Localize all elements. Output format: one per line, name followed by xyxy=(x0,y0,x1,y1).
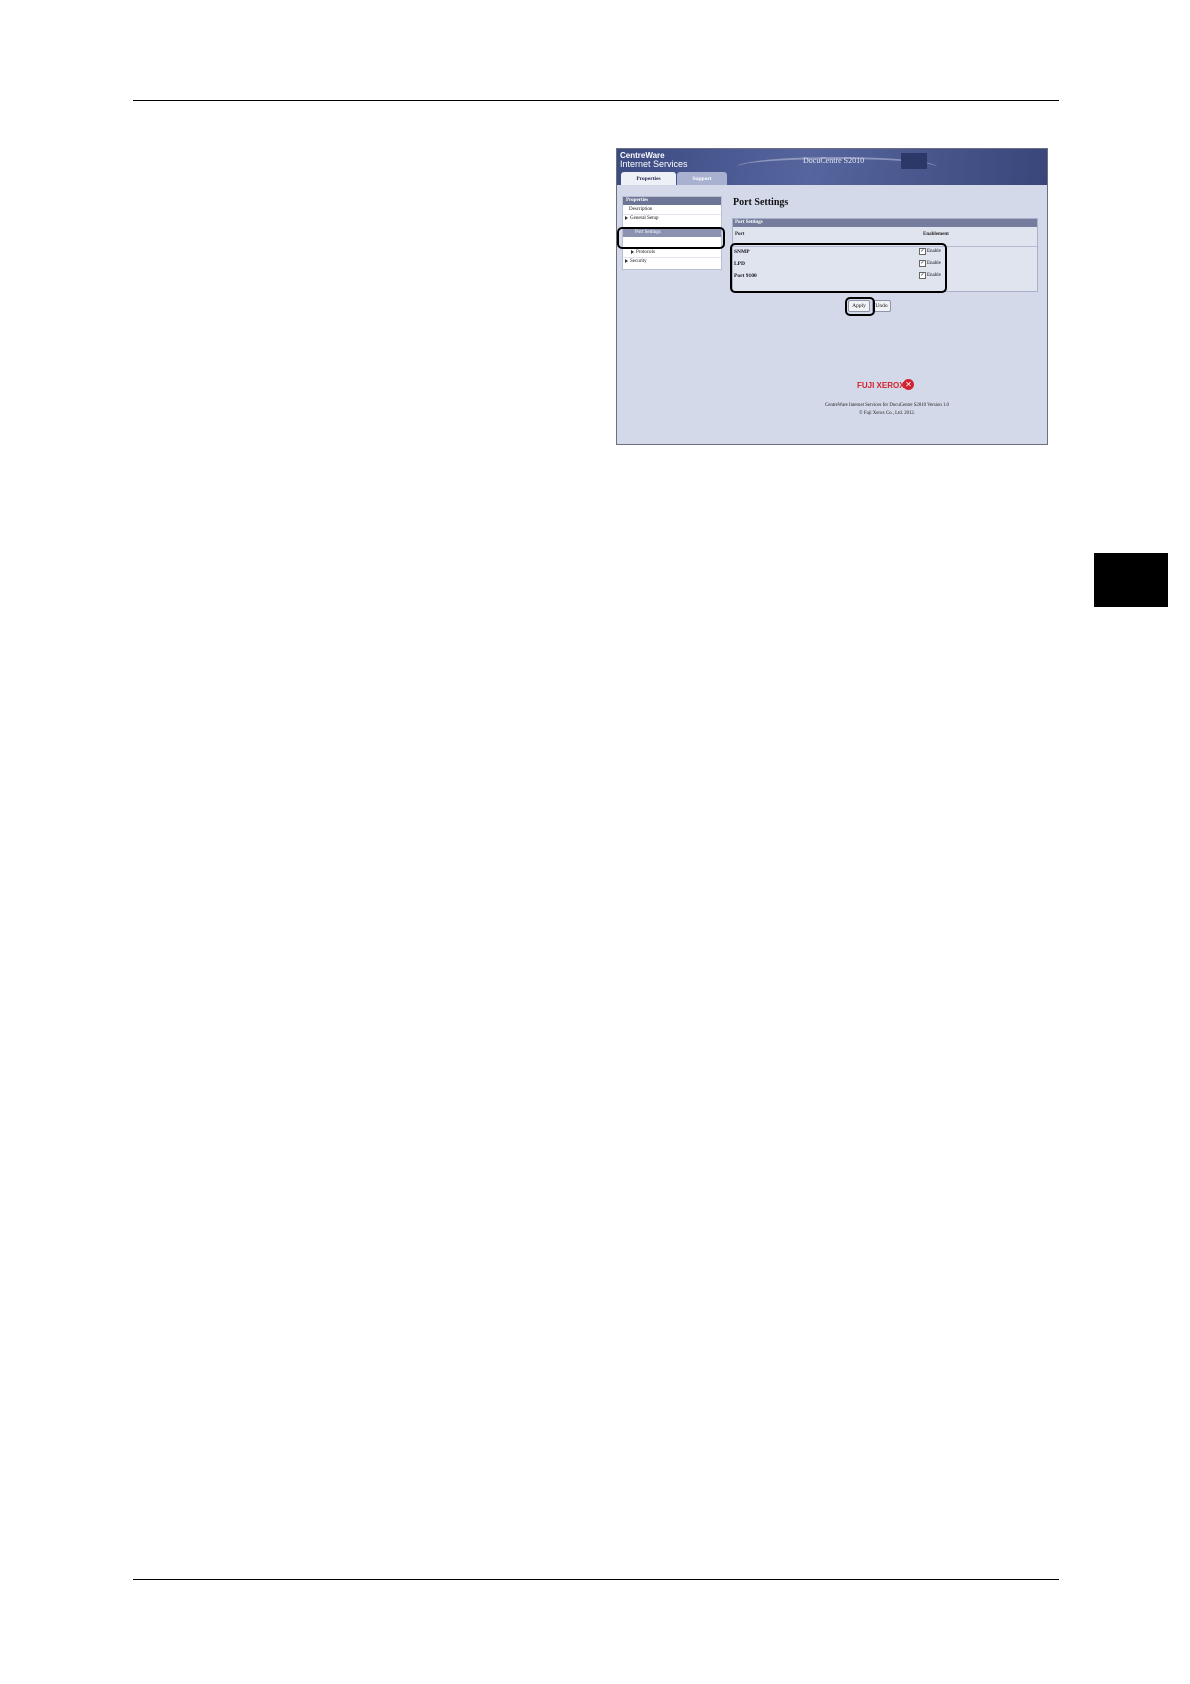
app-banner: CentreWare Internet Services DocuCentre … xyxy=(617,149,1047,185)
expand-arrow-icon xyxy=(625,215,628,220)
main-area: Properties Description General Setup Por… xyxy=(617,185,1047,444)
footer-rule xyxy=(133,1579,1059,1580)
expand-arrow-icon xyxy=(631,249,634,254)
sidebar-item-protocols[interactable]: Protocols xyxy=(623,249,729,257)
sidebar-item-label: General Setup xyxy=(630,216,659,221)
tab-properties[interactable]: Properties xyxy=(621,172,676,185)
footer-copyright: © Fuji Xerox Co., Ltd. 2012. xyxy=(858,411,915,416)
highlight-port-settings xyxy=(617,227,725,249)
sidebar-item-general-setup[interactable]: General Setup xyxy=(623,215,723,223)
brand-line2: Internet Services xyxy=(620,159,688,169)
sidebar-item-description[interactable]: Description xyxy=(623,206,727,214)
model-decoration xyxy=(901,153,927,169)
column-header-enablement: Enablement xyxy=(923,232,949,237)
header-rule xyxy=(133,100,1059,101)
highlight-apply xyxy=(845,297,875,316)
app-logo: CentreWare Internet Services xyxy=(620,151,688,169)
sidebar-item-label: Description xyxy=(629,207,653,212)
expand-arrow-icon xyxy=(625,258,628,263)
highlight-port-rows xyxy=(730,243,947,293)
screenshot-frame: CentreWare Internet Services DocuCentre … xyxy=(616,148,1048,445)
sidebar-item-label: Security xyxy=(630,259,647,264)
footer-version: CentreWare Internet Services for DocuCen… xyxy=(825,403,949,408)
sidebar-item-label: Protocols xyxy=(636,250,655,255)
fuji-xerox-logo: FUJI XEROX xyxy=(857,381,905,390)
chapter-tab xyxy=(1094,553,1168,607)
panel-title: Port Settings xyxy=(735,220,763,225)
tab-support[interactable]: Support xyxy=(677,172,727,185)
panel-header: Port Settings xyxy=(733,219,1037,227)
sidebar-item-security[interactable]: Security xyxy=(623,258,723,266)
column-header-port: Port xyxy=(735,232,745,237)
page-title: Port Settings xyxy=(733,197,789,208)
xerox-sphere-icon: ✕ xyxy=(903,379,914,390)
model-name: DocuCentre S2010 xyxy=(803,156,865,165)
sidebar-header[interactable]: Properties xyxy=(623,197,721,205)
